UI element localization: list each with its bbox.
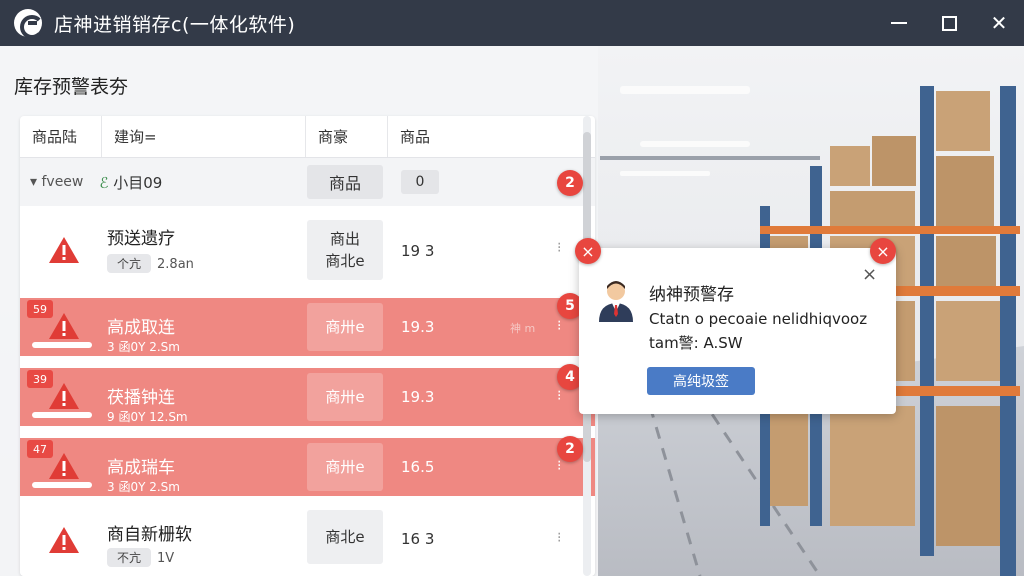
row-col3: 商出 商北e [307,220,383,280]
window-title: 店神进销销存c(一体化软件) [54,13,296,36]
row-hint: 神 m [510,322,536,335]
alert-table: 商品陆 建询= 商豪 商品 ▾ fveew ℰ 小目09 商品 0 预送遗疗 个… [20,116,595,576]
row-qty: 19.3 [401,318,435,336]
group-toggle[interactable]: ▾ fveew [30,174,83,190]
alert-popup: 纳神预警存 Ctatn o pecoaie nelidhiqvooz tam警:… [579,248,896,414]
minimize-button[interactable] [874,0,924,46]
row-qty: 16 3 [401,530,435,548]
title-bar: 店神进销销存c(一体化软件) ✕ [0,0,1024,46]
table-row[interactable]: 商自新栅软 不亢 1V 商北e 16 3 ⁝ [20,504,595,576]
row-col3: 商卅e [307,303,383,351]
table-row-alert[interactable]: 39 茯播钟连 9 函0Y 12.Sm 商卅e 19.3 ⁝ [20,368,595,426]
warning-icon [48,526,80,554]
row-progress-bar [32,342,92,348]
dismiss-left-icon[interactable]: × [575,238,601,264]
row-subtitle: 个亢 2.8an [107,254,194,273]
group-col4: 0 [401,170,439,194]
count-badge: 2 [557,170,583,196]
user-avatar-icon [599,281,633,322]
row-tag: 个亢 [107,254,152,273]
row-progress-bar [32,482,92,488]
panel-title: 库存预警表夯 [14,76,129,98]
row-title: 茯播钟连 [107,388,175,408]
close-icon: ✕ [990,11,1008,35]
popup-title: 纳神预警存 [649,285,734,305]
row-expand-icon[interactable]: ⁝ [557,530,561,546]
count-badge: 2 [557,436,583,462]
row-subtitle: 不亢 1V [107,548,174,567]
table-header: 商品陆 建询= 商豪 商品 [20,116,595,158]
row-subtitle: 3 函0Y 2.Sm [107,480,180,494]
dismiss-right-icon[interactable]: × [870,238,896,264]
warning-icon [48,452,80,480]
table-row[interactable]: 预送遗疗 个亢 2.8an 商出 商北e 19 3 ⁝ [20,206,595,294]
window-controls: ✕ [874,0,1024,46]
column-header[interactable]: 建询= [102,116,306,157]
minimize-icon [891,22,907,24]
row-subtitle: 3 函0Y 2.Sm [107,340,180,354]
warning-icon [48,382,80,410]
row-subtitle: 9 函0Y 12.Sm [107,410,188,424]
row-qty: 19 3 [401,242,435,260]
row-expand-icon[interactable]: ⁝ [557,240,561,256]
group-name: ℰ 小目09 [99,173,163,192]
popup-message-secondary: tam警: A.SW [649,334,743,352]
app-logo-icon [14,9,44,39]
popup-action-button[interactable]: 高纯圾签 [647,367,755,395]
row-expand-icon[interactable]: ⁝ [557,318,561,334]
row-title: 商自新栅软 [107,525,192,545]
column-header[interactable]: 商豪 [306,116,388,157]
group-col3: 商品 [307,165,383,199]
maximize-icon [941,15,957,31]
row-qty: 16.5 [401,458,435,476]
table-row-alert[interactable]: 59 高成取连 3 函0Y 2.Sm 商卅e 19.3 神 m ⁝ [20,298,595,356]
column-header[interactable]: 商品陆 [20,116,102,157]
table-row-alert[interactable]: 47 高成瑞车 3 函0Y 2.Sm 商卅e 16.5 ⁝ [20,438,595,496]
group-row[interactable]: ▾ fveew ℰ 小目09 商品 0 [20,158,595,206]
row-title: 预送遗疗 [107,229,175,249]
popup-message: Ctatn o pecoaie nelidhiqvooz [649,310,868,328]
leaf-icon: ℰ [99,173,109,192]
row-title: 高成瑞车 [107,458,175,478]
warning-icon [48,312,80,340]
warning-icon [48,236,80,264]
row-col3: 商卅e [307,373,383,421]
popup-close-icon[interactable]: × [862,264,877,285]
maximize-button[interactable] [924,0,974,46]
row-col3: 商卅e [307,443,383,491]
row-expand-icon[interactable]: ⁝ [557,388,561,404]
row-qty: 19.3 [401,388,435,406]
column-header[interactable]: 商品 [388,116,595,157]
row-tag: 不亢 [107,548,152,567]
row-expand-icon[interactable]: ⁝ [557,458,561,474]
close-button[interactable]: ✕ [974,0,1024,46]
row-progress-bar [32,412,92,418]
row-title: 高成取连 [107,318,175,338]
row-col3: 商北e [307,510,383,564]
